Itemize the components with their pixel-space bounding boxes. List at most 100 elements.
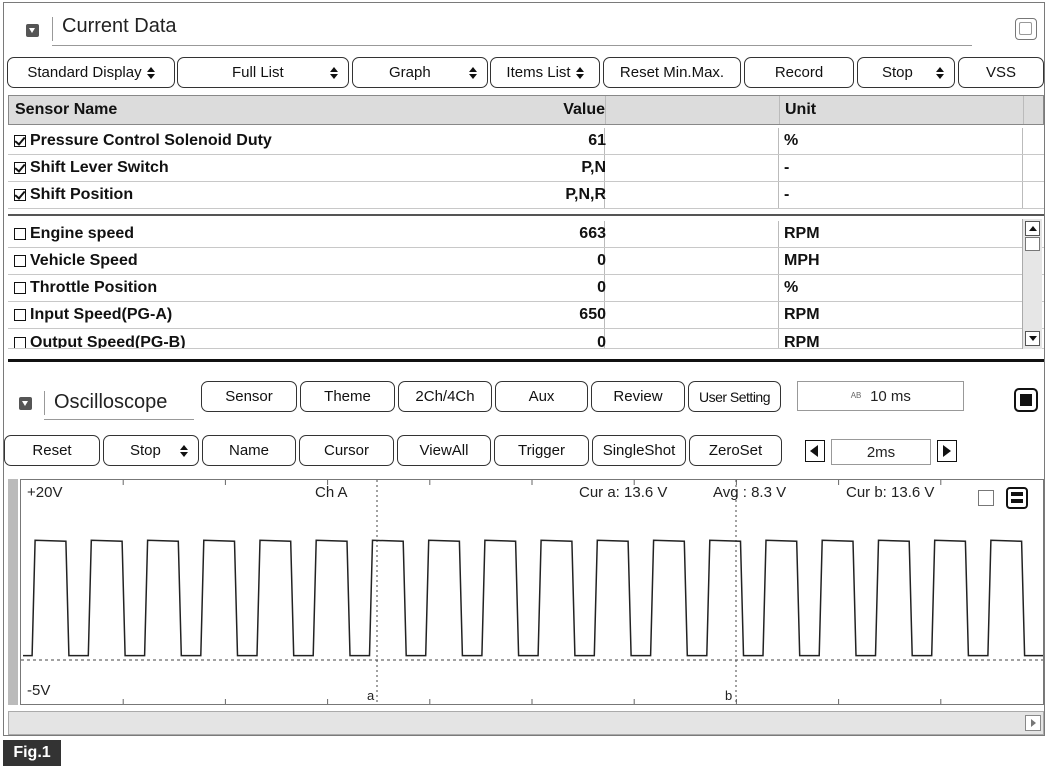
table-row[interactable]: Engine speed 663 RPM bbox=[8, 221, 1044, 248]
cursor-a-marker[interactable]: a bbox=[367, 688, 374, 703]
reset-minmax-button[interactable]: Reset Min.Max. bbox=[603, 57, 741, 88]
sensor-value: P,N,R bbox=[565, 186, 606, 203]
row-name-cell: Shift Lever Switch bbox=[14, 155, 169, 181]
table-row[interactable]: Output Speed(PG-B) 0 RPM bbox=[8, 329, 1044, 349]
window-toggle-icon[interactable] bbox=[1015, 18, 1037, 40]
stop-select[interactable]: Stop bbox=[857, 57, 955, 88]
zero-set-button[interactable]: ZeroSet bbox=[689, 435, 782, 466]
column-value[interactable]: Value bbox=[563, 96, 605, 124]
column-divider bbox=[1023, 96, 1024, 124]
column-sensor-name[interactable]: Sensor Name bbox=[15, 96, 117, 124]
row-checkbox[interactable] bbox=[14, 255, 26, 267]
row-name-cell: Vehicle Speed bbox=[14, 248, 138, 274]
graph-select[interactable]: Graph bbox=[352, 57, 488, 88]
column-divider bbox=[778, 128, 779, 154]
display-mode-label: Standard Display bbox=[27, 64, 142, 81]
scope-option-checkbox[interactable] bbox=[978, 490, 994, 506]
row-checkbox[interactable] bbox=[14, 189, 26, 201]
time-decrease-icon[interactable] bbox=[805, 440, 825, 462]
record-button[interactable]: Record bbox=[744, 57, 854, 88]
collapse-oscilloscope-icon[interactable] bbox=[19, 397, 32, 410]
review-button[interactable]: Review bbox=[591, 381, 685, 412]
aux-button[interactable]: Aux bbox=[495, 381, 588, 412]
table-row[interactable]: Pressure Control Solenoid Duty 61 % bbox=[8, 128, 1044, 155]
theme-button[interactable]: Theme bbox=[300, 381, 395, 412]
single-shot-button[interactable]: SingleShot bbox=[592, 435, 686, 466]
table-row[interactable]: Shift Position P,N,R - bbox=[8, 182, 1044, 209]
collapse-current-data-icon[interactable] bbox=[26, 24, 39, 37]
header-underline bbox=[52, 45, 972, 46]
stop-square-icon[interactable] bbox=[1014, 388, 1038, 412]
sensor-value: P,N bbox=[581, 159, 606, 176]
sample-time-display[interactable]: AB 10 ms bbox=[797, 381, 964, 411]
row-checkbox[interactable] bbox=[14, 282, 26, 294]
column-unit[interactable]: Unit bbox=[785, 96, 816, 124]
sensor-list-scrollbar[interactable] bbox=[1022, 219, 1042, 349]
channels-label: 2Ch/4Ch bbox=[415, 388, 475, 405]
sensor-value: 0 bbox=[597, 279, 606, 296]
table-row[interactable]: Shift Lever Switch P,N - bbox=[8, 155, 1044, 182]
sensor-unit: RPM bbox=[784, 306, 820, 323]
table-row[interactable]: Vehicle Speed 0 MPH bbox=[8, 248, 1044, 275]
updown-arrows-icon bbox=[469, 66, 477, 80]
cursor-b-marker[interactable]: b bbox=[725, 688, 732, 703]
sensor-value: 0 bbox=[597, 333, 606, 349]
header-divider bbox=[44, 391, 45, 415]
vss-button[interactable]: VSS bbox=[958, 57, 1044, 88]
name-button[interactable]: Name bbox=[202, 435, 296, 466]
time-div-value: 2ms bbox=[866, 443, 896, 461]
trigger-button[interactable]: Trigger bbox=[494, 435, 589, 466]
time-increase-icon[interactable] bbox=[937, 440, 957, 462]
y-min-label: -5V bbox=[27, 682, 51, 699]
row-checkbox[interactable] bbox=[14, 228, 26, 240]
updown-arrows-icon bbox=[936, 66, 944, 80]
sensor-button[interactable]: Sensor bbox=[201, 381, 297, 412]
view-all-button[interactable]: ViewAll bbox=[397, 435, 491, 466]
reset-button[interactable]: Reset bbox=[4, 435, 100, 466]
channels-button[interactable]: 2Ch/4Ch bbox=[398, 381, 492, 412]
stop-label: Stop bbox=[882, 64, 913, 81]
display-mode-select[interactable]: Standard Display bbox=[7, 57, 175, 88]
selection-divider bbox=[8, 214, 1044, 216]
column-divider bbox=[605, 96, 606, 124]
osc-stop-select[interactable]: Stop bbox=[103, 435, 199, 466]
sensor-value: 650 bbox=[579, 306, 606, 323]
scan-tool-window: Current Data Standard Display Full List … bbox=[3, 2, 1045, 736]
table-row[interactable]: Throttle Position 0 % bbox=[8, 275, 1044, 302]
row-checkbox[interactable] bbox=[14, 336, 26, 348]
trigger-label: Trigger bbox=[518, 442, 565, 459]
current-data-title: Current Data bbox=[62, 15, 177, 37]
cursor-a-readout: Cur a: 13.6 V bbox=[579, 484, 668, 501]
oscilloscope-display[interactable]: +20V -5V Ch A Cur a: 13.6 V Avg : 8.3 V … bbox=[20, 479, 1044, 705]
row-name-cell: Output Speed(PG-B) bbox=[14, 329, 186, 348]
scrollbar-thumb[interactable] bbox=[1025, 237, 1040, 251]
header-divider bbox=[52, 17, 53, 41]
sensor-name: Input Speed(PG-A) bbox=[30, 306, 173, 323]
row-checkbox[interactable] bbox=[14, 135, 26, 147]
sensor-name: Vehicle Speed bbox=[30, 252, 138, 269]
sensor-name: Engine speed bbox=[30, 225, 135, 242]
scroll-right-icon[interactable] bbox=[1025, 715, 1041, 731]
list-mode-select[interactable]: Full List bbox=[177, 57, 349, 88]
scope-horizontal-scrollbar[interactable] bbox=[8, 711, 1044, 735]
sensor-name: Pressure Control Solenoid Duty bbox=[30, 132, 272, 149]
column-divider bbox=[1022, 155, 1023, 181]
scroll-down-icon[interactable] bbox=[1025, 331, 1040, 346]
scope-ticks bbox=[122, 480, 942, 704]
sensor-label: Sensor bbox=[225, 388, 273, 405]
row-checkbox[interactable] bbox=[14, 162, 26, 174]
table-row[interactable]: Input Speed(PG-A) 650 RPM bbox=[8, 302, 1044, 329]
column-divider bbox=[779, 96, 780, 124]
y-max-label: +20V bbox=[27, 484, 63, 501]
items-list-select[interactable]: Items List bbox=[490, 57, 600, 88]
updown-arrows-icon bbox=[180, 444, 188, 458]
record-label: Record bbox=[774, 64, 824, 81]
user-setting-button[interactable]: User Setting bbox=[688, 381, 781, 412]
row-checkbox[interactable] bbox=[14, 309, 26, 321]
cursor-button[interactable]: Cursor bbox=[299, 435, 394, 466]
vss-label: VSS bbox=[985, 64, 1016, 81]
scroll-up-icon[interactable] bbox=[1025, 221, 1040, 236]
scope-menu-icon[interactable] bbox=[1006, 487, 1028, 509]
column-divider bbox=[778, 275, 779, 301]
section-divider bbox=[8, 359, 1044, 362]
